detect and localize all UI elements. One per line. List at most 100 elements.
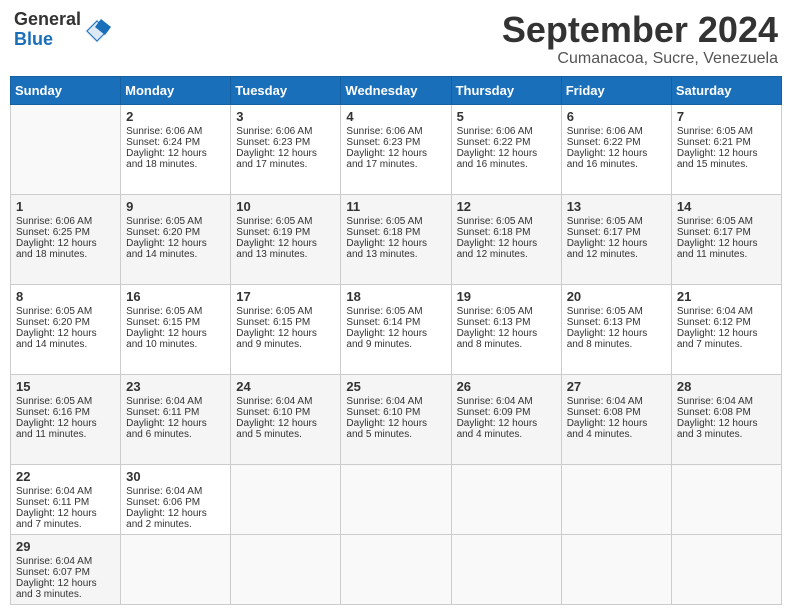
sunrise-text: Sunrise: 6:05 AM	[677, 216, 753, 227]
sunrise-text: Sunrise: 6:04 AM	[677, 306, 753, 317]
day-number: 4	[346, 109, 445, 124]
logo-general: General	[14, 10, 81, 30]
daylight-text: Daylight: 12 hours and 13 minutes.	[346, 238, 427, 260]
day-number: 10	[236, 199, 335, 214]
sunrise-text: Sunrise: 6:04 AM	[677, 396, 753, 407]
table-row: 17 Sunrise: 6:05 AMSunset: 6:15 PMDayligh…	[231, 284, 341, 374]
table-row: 19Sunrise: 6:05 AMSunset: 6:13 PMDayligh…	[451, 284, 561, 374]
daylight-text: Daylight: 12 hours and 11 minutes.	[16, 418, 97, 440]
sunset-text: Sunset: 6:17 PM	[567, 227, 641, 238]
table-row: 24Sunrise: 6:04 AMSunset: 6:10 PMDayligh…	[231, 374, 341, 464]
sunset-text: Sunset: 6:10 PM	[346, 407, 420, 418]
sunset-text: Sunset: 6:13 PM	[457, 317, 531, 328]
table-row: 14Sunrise: 6:05 AMSunset: 6:17 PMDayligh…	[671, 194, 781, 284]
day-number: 7	[677, 109, 776, 124]
header-friday: Friday	[561, 76, 671, 104]
sunrise-text: Sunrise: 6:04 AM	[126, 396, 202, 407]
daylight-text: Daylight: 12 hours and 14 minutes.	[126, 238, 207, 260]
daylight-text: Daylight: 12 hours and 9 minutes.	[236, 328, 317, 350]
sunset-text: Sunset: 6:22 PM	[457, 137, 531, 148]
day-number: 28	[677, 379, 776, 394]
table-row	[11, 104, 121, 194]
table-row: 26Sunrise: 6:04 AMSunset: 6:09 PMDayligh…	[451, 374, 561, 464]
sunrise-text: Sunrise: 6:05 AM	[457, 216, 533, 227]
daylight-text: Daylight: 12 hours and 18 minutes.	[16, 238, 97, 260]
table-row	[341, 534, 451, 604]
table-row	[671, 534, 781, 604]
day-number: 5	[457, 109, 556, 124]
day-number: 23	[126, 379, 225, 394]
daylight-text: Daylight: 12 hours and 4 minutes.	[567, 418, 648, 440]
day-number: 11	[346, 199, 445, 214]
calendar-table: Sunday Monday Tuesday Wednesday Thursday…	[10, 76, 782, 605]
table-row	[231, 464, 341, 534]
sunset-text: Sunset: 6:18 PM	[457, 227, 531, 238]
sunset-text: Sunset: 6:24 PM	[126, 137, 200, 148]
daylight-text: Daylight: 12 hours and 2 minutes.	[126, 508, 207, 530]
header-saturday: Saturday	[671, 76, 781, 104]
sunset-text: Sunset: 6:20 PM	[16, 317, 90, 328]
page-header: General Blue September 2024 Cumanacoa, S…	[10, 10, 782, 68]
sunrise-text: Sunrise: 6:05 AM	[16, 306, 92, 317]
month-title: September 2024	[502, 10, 778, 50]
table-row: 23 Sunrise: 6:04 AMSunset: 6:11 PMDayligh…	[121, 374, 231, 464]
table-row	[451, 464, 561, 534]
daylight-text: Daylight: 12 hours and 17 minutes.	[236, 148, 317, 170]
table-row: 27Sunrise: 6:04 AMSunset: 6:08 PMDayligh…	[561, 374, 671, 464]
sunrise-text: Sunrise: 6:04 AM	[16, 486, 92, 497]
sunset-text: Sunset: 6:20 PM	[126, 227, 200, 238]
sunrise-text: Sunrise: 6:06 AM	[16, 216, 92, 227]
daylight-text: Daylight: 12 hours and 10 minutes.	[126, 328, 207, 350]
day-number: 12	[457, 199, 556, 214]
sunset-text: Sunset: 6:11 PM	[126, 407, 199, 418]
sunset-text: Sunset: 6:15 PM	[236, 317, 310, 328]
sunrise-text: Sunrise: 6:06 AM	[346, 126, 422, 137]
header-monday: Monday	[121, 76, 231, 104]
day-number: 9	[126, 199, 225, 214]
daylight-text: Daylight: 12 hours and 14 minutes.	[16, 328, 97, 350]
sunrise-text: Sunrise: 6:05 AM	[126, 306, 202, 317]
day-number: 16	[126, 289, 225, 304]
sunset-text: Sunset: 6:17 PM	[677, 227, 751, 238]
sunset-text: Sunset: 6:21 PM	[677, 137, 751, 148]
table-row	[341, 464, 451, 534]
sunrise-text: Sunrise: 6:04 AM	[346, 396, 422, 407]
day-number: 1	[16, 199, 115, 214]
day-number: 17	[236, 289, 335, 304]
table-row	[671, 464, 781, 534]
daylight-text: Daylight: 12 hours and 3 minutes.	[677, 418, 758, 440]
daylight-text: Daylight: 12 hours and 6 minutes.	[126, 418, 207, 440]
sunset-text: Sunset: 6:15 PM	[126, 317, 200, 328]
table-row: 4Sunrise: 6:06 AMSunset: 6:23 PMDaylight…	[341, 104, 451, 194]
day-number: 24	[236, 379, 335, 394]
header-tuesday: Tuesday	[231, 76, 341, 104]
sunset-text: Sunset: 6:09 PM	[457, 407, 531, 418]
table-row: 3Sunrise: 6:06 AMSunset: 6:23 PMDaylight…	[231, 104, 341, 194]
sunrise-text: Sunrise: 6:04 AM	[567, 396, 643, 407]
sunrise-text: Sunrise: 6:04 AM	[236, 396, 312, 407]
sunrise-text: Sunrise: 6:05 AM	[236, 306, 312, 317]
daylight-text: Daylight: 12 hours and 4 minutes.	[457, 418, 538, 440]
daylight-text: Daylight: 12 hours and 7 minutes.	[677, 328, 758, 350]
daylight-text: Daylight: 12 hours and 17 minutes.	[346, 148, 427, 170]
table-row: 8Sunrise: 6:05 AMSunset: 6:20 PMDaylight…	[11, 284, 121, 374]
logo-icon	[83, 17, 111, 45]
daylight-text: Daylight: 12 hours and 9 minutes.	[346, 328, 427, 350]
daylight-text: Daylight: 12 hours and 16 minutes.	[567, 148, 648, 170]
header-wednesday: Wednesday	[341, 76, 451, 104]
table-row: 6Sunrise: 6:06 AMSunset: 6:22 PMDaylight…	[561, 104, 671, 194]
table-row	[121, 534, 231, 604]
table-row: 11Sunrise: 6:05 AMSunset: 6:18 PMDayligh…	[341, 194, 451, 284]
sunset-text: Sunset: 6:07 PM	[16, 567, 90, 578]
day-number: 30	[126, 469, 225, 484]
table-row: 20Sunrise: 6:05 AMSunset: 6:13 PMDayligh…	[561, 284, 671, 374]
table-row: 9 Sunrise: 6:05 AMSunset: 6:20 PMDaylight…	[121, 194, 231, 284]
sunrise-text: Sunrise: 6:04 AM	[126, 486, 202, 497]
daylight-text: Daylight: 12 hours and 13 minutes.	[236, 238, 317, 260]
daylight-text: Daylight: 12 hours and 16 minutes.	[457, 148, 538, 170]
sunrise-text: Sunrise: 6:04 AM	[457, 396, 533, 407]
sunrise-text: Sunrise: 6:05 AM	[126, 216, 202, 227]
table-row	[561, 464, 671, 534]
day-number: 20	[567, 289, 666, 304]
table-row	[561, 534, 671, 604]
